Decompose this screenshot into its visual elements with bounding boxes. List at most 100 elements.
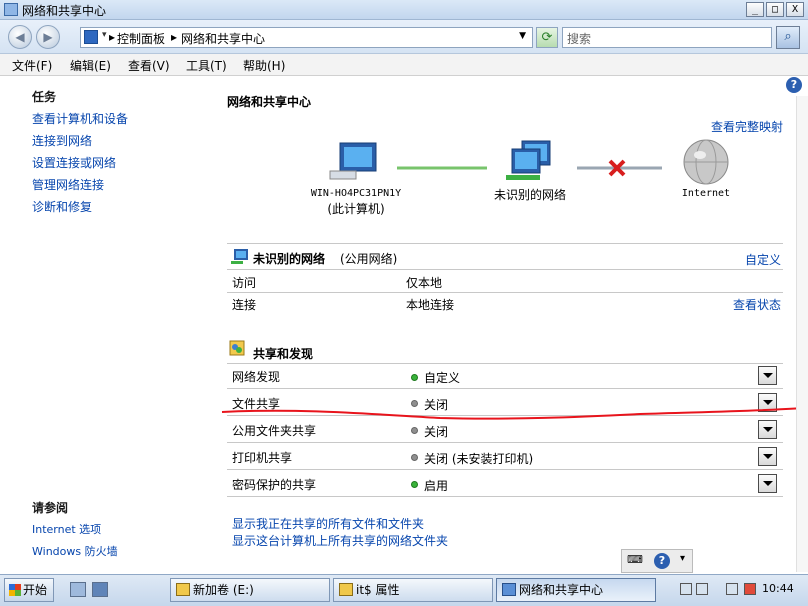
search-input[interactable]: 搜索 [562,27,772,48]
public-folder-sharing-label: 公用文件夹共享 [232,424,317,438]
status-off-icon [411,454,418,461]
taskbar: 开始 新加卷 (E:) it$ 属性 网络和共享中心 10:44 [0,574,808,606]
language-bar[interactable]: ⌨ ? ▾ [621,549,693,573]
menu-edit[interactable]: 编辑(E) [70,57,111,74]
title-bar: 网络和共享中心 _ □ X [0,0,808,20]
expand-network-discovery-button[interactable] [758,366,777,385]
tray-alert-icon[interactable] [744,583,756,595]
printer-sharing-label: 打印机共享 [232,451,293,465]
see-also-heading: 请参阅 [32,501,69,515]
view-status-link[interactable]: 查看状态 [733,296,781,313]
menu-help[interactable]: 帮助(H) [243,57,285,74]
menu-file[interactable]: 文件(F) [12,57,52,74]
task-diagnose-repair[interactable]: 诊断和修复 [32,198,92,215]
task-label: 新加卷 (E:) [193,583,254,597]
connection-value: 本地连接 [406,298,455,312]
task-label: 网络和共享中心 [519,583,604,597]
divider [227,243,783,244]
divider [227,388,783,389]
task-label: it$ 属性 [356,583,400,597]
network-icon[interactable] [506,140,551,180]
status-off-icon [411,427,418,434]
crumb-network-center[interactable]: 网络和共享中心 [181,30,265,47]
access-label: 访问 [232,276,257,290]
network-type: (公用网络) [340,252,398,266]
customize-link[interactable]: 自定义 [745,251,781,268]
internet-globe-icon[interactable] [683,139,729,185]
address-history-chevron-icon[interactable]: ▾ [102,30,107,40]
tasks-heading: 任务 [32,90,57,104]
forward-button[interactable]: ▶ [36,25,60,49]
link-internet-options[interactable]: Internet 选项 [32,521,101,537]
menu-view[interactable]: 查看(V) [128,57,170,74]
minimize-button[interactable]: _ [746,2,764,17]
address-dropdown-icon[interactable]: ▼ [519,31,526,41]
maximize-button[interactable]: □ [766,2,784,17]
connection-label: 连接 [232,298,257,312]
network-label: 未识别的网络 [493,188,566,202]
divider [227,269,783,270]
computer-name: WIN-HO4PC31PN1Y [310,188,402,199]
divider [227,469,783,470]
scrollbar[interactable] [796,96,808,572]
show-shared-files-link[interactable]: 显示我正在共享的所有文件和文件夹 [232,515,424,532]
search-icon[interactable]: ⌕ [776,26,800,49]
network-center-icon [502,583,516,596]
expand-password-sharing-button[interactable] [758,474,777,493]
folder-icon [339,583,353,596]
crumb-separator: ▸ [171,30,178,44]
task-view-devices[interactable]: 查看计算机和设备 [32,110,128,127]
clock: 10:44 [762,582,794,595]
access-value: 仅本地 [406,276,443,290]
network-discovery-status: 自定义 [424,371,461,385]
refresh-button[interactable]: ⟳ [536,27,558,48]
control-panel-icon [84,30,98,44]
divider [227,442,783,443]
tray-monitor-icon[interactable] [726,583,738,595]
link-windows-firewall[interactable]: Windows 防火墙 [32,543,118,559]
computer-icon[interactable] [329,142,377,180]
divider [227,496,783,497]
network-name: 未识别的网络 [253,252,326,266]
show-shared-folders-link[interactable]: 显示这台计算机上所有共享的网络文件夹 [232,532,448,549]
expand-printer-sharing-button[interactable] [758,447,777,466]
sharing-icon [229,340,245,356]
internet-label: Internet [681,188,731,199]
window-title: 网络和共享中心 [22,4,107,18]
show-desktop-icon[interactable] [92,582,108,597]
tray-display-icon[interactable] [696,583,708,595]
password-sharing-status: 启用 [424,479,449,493]
address-bar: ◀ ▶ ▾ ▸ 控制面板 ▸ 网络和共享中心 ▼ ⟳ 搜索 ⌕ [0,20,808,54]
computer-subtitle: (此计算机) [327,202,385,216]
divider [227,363,783,364]
help-icon[interactable]: ? [654,553,670,569]
task-manage-connections[interactable]: 管理网络连接 [32,176,104,193]
password-sharing-label: 密码保护的共享 [232,478,317,492]
printer-sharing-status: 关闭 (未安装打印机) [424,452,534,466]
options-chevron-icon[interactable]: ▾ [680,553,685,564]
page-title: 网络和共享中心 [227,95,312,109]
start-button[interactable]: 开始 [4,578,54,602]
help-icon[interactable]: ? [786,77,802,93]
menu-tools[interactable]: 工具(T) [186,57,227,74]
keyboard-icon[interactable]: ⌨ [627,553,643,566]
crumb-control-panel[interactable]: 控制面板 [117,30,165,47]
task-pane [0,76,212,572]
windows-logo-icon [9,584,21,596]
sharing-heading: 共享和发现 [253,347,314,361]
back-button[interactable]: ◀ [8,25,32,49]
address-box[interactable]: ▾ ▸ 控制面板 ▸ 网络和共享中心 ▼ [80,27,533,48]
network-center-icon [4,3,18,16]
task-setup-connection[interactable]: 设置连接或网络 [32,154,116,171]
taskbar-new-volume[interactable]: 新加卷 (E:) [170,578,330,602]
server-manager-icon[interactable] [70,582,86,597]
taskbar-properties[interactable]: it$ 属性 [333,578,493,602]
folder-icon [176,583,190,596]
crumb-separator: ▸ [109,30,116,44]
start-label: 开始 [23,583,48,597]
taskbar-network-center[interactable]: 网络和共享中心 [496,578,656,602]
task-connect-network[interactable]: 连接到网络 [32,132,92,149]
view-full-map-link[interactable]: 查看完整映射 [711,118,783,135]
tray-network-icon[interactable] [680,583,692,595]
close-button[interactable]: X [786,2,804,17]
